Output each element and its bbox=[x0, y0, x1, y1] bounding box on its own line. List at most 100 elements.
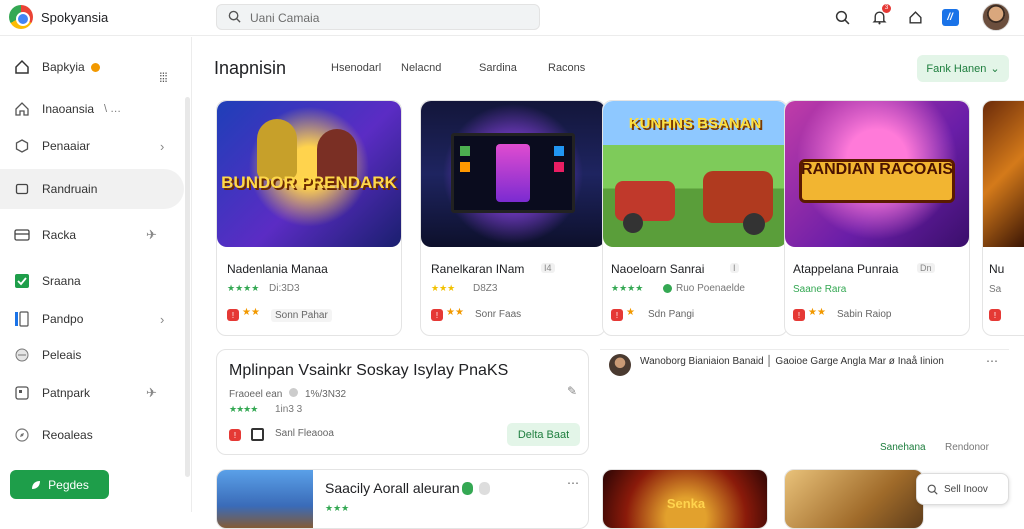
sidebar-item-label: Penaaiar bbox=[42, 139, 91, 153]
sidebar-item-0[interactable]: Bapkyia ⁞⁞⁞ bbox=[0, 47, 184, 87]
game-card[interactable]: Saacily Aorall aleuran ⋯ ★★★ bbox=[216, 469, 589, 529]
search-icon bbox=[927, 484, 938, 495]
game-thumbnail bbox=[785, 470, 923, 528]
grid-icon bbox=[14, 385, 30, 401]
filter-label: Fank Hanen bbox=[926, 62, 987, 75]
card-tag[interactable]: Sonn Pahar bbox=[271, 309, 332, 322]
bell-icon[interactable]: 3 bbox=[869, 4, 891, 27]
grid-dots-icon[interactable]: ⁞⁞⁞ bbox=[159, 70, 168, 85]
search-input[interactable]: Uani Camaia bbox=[216, 4, 540, 30]
game-thumbnail: Senka bbox=[603, 470, 767, 528]
card-rank: D8Z3 bbox=[473, 283, 498, 294]
featured-subtitle-text: Fraoeel ean bbox=[229, 389, 283, 400]
search-icon[interactable] bbox=[832, 7, 852, 27]
chevron-right-icon: › bbox=[160, 138, 165, 154]
tab-2[interactable]: Sardina bbox=[479, 62, 517, 74]
card-rank: Di:3D3 bbox=[269, 283, 300, 294]
card-title: Naoeloarn Sanrai bbox=[611, 262, 705, 276]
game-card[interactable]: BUNDOR PRENDARK Nadenlania Manaa ★★★★ Di… bbox=[216, 100, 402, 336]
avatar[interactable] bbox=[609, 354, 631, 376]
floating-search-label: Sell Inoov bbox=[944, 483, 988, 495]
airplane-icon: ✈ bbox=[146, 385, 157, 400]
card-title: Ranelkaran INam bbox=[431, 262, 525, 276]
featured-save-label[interactable]: Sanl Fleaooa bbox=[275, 428, 334, 439]
card-tag[interactable]: Sonr Faas bbox=[475, 309, 521, 320]
card-rank: Saane Rara bbox=[793, 284, 847, 295]
avatar[interactable] bbox=[982, 3, 1010, 31]
more-options-icon[interactable]: ⋯ bbox=[567, 476, 579, 490]
featured-title: Mplinpan Vsainkr Soskay Isylay PnaKS bbox=[229, 362, 509, 379]
sidebar-item-label: Reoaleas bbox=[42, 428, 93, 442]
floating-search-button[interactable]: Sell Inoov bbox=[916, 473, 1009, 505]
blue-app-icon[interactable]: // bbox=[940, 7, 960, 27]
review-text: Wanoborg Bianiaion Banaid │ Gaoioe Garge… bbox=[640, 356, 944, 367]
pin-icon[interactable]: ✎ bbox=[567, 384, 577, 398]
home-outline-icon bbox=[14, 101, 30, 117]
game-card[interactable]: Senka bbox=[602, 469, 768, 529]
thumb-title: Senka bbox=[666, 496, 706, 511]
sidebar-item-9[interactable]: Reoaleas bbox=[0, 415, 184, 455]
sidebar: Bapkyia ⁞⁞⁞ Inaoansia \ … Penaaiar › Ran… bbox=[0, 37, 192, 512]
thumb-title: BUNDOR PRENDARK bbox=[221, 173, 397, 192]
sidebar-item-3[interactable]: Randruain bbox=[0, 169, 184, 209]
rating-stars: ★★★ bbox=[325, 503, 350, 513]
review-link[interactable]: Sanehana bbox=[880, 442, 926, 453]
rating-stars: ★★★★ bbox=[611, 283, 644, 293]
home-outline-icon[interactable] bbox=[905, 7, 925, 27]
featured-card[interactable]: Mplinpan Vsainkr Soskay Isylay PnaKS Fra… bbox=[216, 349, 589, 455]
card-tag[interactable]: Sabin Raiop bbox=[837, 309, 891, 320]
card-title: Nadenlania Manaa bbox=[227, 262, 328, 276]
airplane-icon: ✈ bbox=[146, 227, 157, 242]
leaf-icon bbox=[32, 480, 41, 489]
featured-action-button[interactable]: Delta Baat bbox=[507, 423, 580, 446]
verified-icon bbox=[663, 284, 672, 293]
primary-cta-button[interactable]: Pegdes bbox=[10, 470, 109, 499]
game-thumbnail bbox=[421, 101, 605, 247]
sidebar-item-1[interactable]: Inaoansia \ … bbox=[0, 89, 184, 129]
search-icon bbox=[228, 10, 241, 23]
review-block: Wanoborg Bianiaion Banaid │ Gaoioe Garge… bbox=[600, 349, 1009, 459]
app-logo-icon[interactable] bbox=[9, 5, 33, 29]
circle-icon bbox=[14, 347, 30, 363]
tag-icon: ! bbox=[611, 309, 623, 321]
sidebar-item-label: Randruain bbox=[42, 182, 98, 196]
page-title: Inapnisin bbox=[214, 58, 287, 78]
main-content: Inapnisin Hsenodarl Nelacnd Sardina Raco… bbox=[193, 37, 1024, 529]
sidebar-scrollbar[interactable] bbox=[185, 97, 190, 477]
game-thumbnail: KUNHNS BSANAN bbox=[603, 101, 787, 247]
top-bar: Spokyansia Uani Camaia 3 // bbox=[0, 0, 1024, 36]
thumb-title: KUNHNS BSANAN bbox=[628, 115, 762, 132]
rating-stars: ★★ bbox=[446, 307, 464, 318]
review-link[interactable]: Rendonor bbox=[945, 442, 989, 453]
chevron-down-icon: ⌄ bbox=[990, 63, 1000, 75]
rating-stars: ★★★★ bbox=[227, 283, 260, 293]
sidebar-item-label: Bapkyia bbox=[42, 60, 85, 74]
filter-dropdown-button[interactable]: Fank Hanen ⌄ bbox=[917, 55, 1009, 82]
game-card[interactable] bbox=[784, 469, 924, 529]
game-card[interactable]: KUNHNS BSANAN Naoeloarn Sanrai I ★★★★ Ru… bbox=[602, 100, 788, 336]
card-tag[interactable]: Sdn Pangi bbox=[648, 309, 694, 320]
tab-3[interactable]: Racons bbox=[548, 62, 585, 74]
game-card[interactable]: Ranelkaran INam I4 ★★★ D8Z3 ! ★★ Sonr Fa… bbox=[420, 100, 606, 336]
card-icon bbox=[14, 227, 30, 243]
featured-subtitle: Fraoeel ean 1%/3N32 bbox=[229, 388, 346, 400]
sidebar-item-label: Inaoansia bbox=[42, 102, 95, 116]
game-card[interactable]: RANDIAN RACOAIS Atappelana Punraia Dn Sa… bbox=[784, 100, 970, 336]
hexagon-icon bbox=[14, 138, 30, 154]
blue-app-label: // bbox=[941, 8, 959, 26]
card-badge: I4 bbox=[541, 263, 555, 273]
tag-icon: ! bbox=[431, 309, 443, 321]
search-placeholder: Uani Camaia bbox=[250, 11, 320, 25]
sidebar-item-4[interactable]: Racka ✈ bbox=[0, 215, 184, 255]
sidebar-item-2[interactable]: Penaaiar › bbox=[0, 126, 184, 166]
sidebar-item-8[interactable]: Patnpark ✈ bbox=[0, 373, 184, 413]
game-card[interactable]: Nu Sa ! bbox=[982, 100, 1024, 336]
sidebar-item-7[interactable]: Peleais bbox=[0, 335, 184, 375]
status-badge bbox=[91, 63, 100, 72]
tab-0[interactable]: Hsenodarl bbox=[331, 62, 381, 74]
sidebar-item-5[interactable]: Sraana bbox=[0, 261, 184, 301]
card-title: Atappelana Punraia bbox=[793, 262, 899, 276]
more-options-icon[interactable]: ⋯ bbox=[986, 354, 998, 368]
tab-1[interactable]: Nelacnd bbox=[401, 62, 441, 74]
sidebar-item-6[interactable]: Pandpo › bbox=[0, 299, 184, 339]
